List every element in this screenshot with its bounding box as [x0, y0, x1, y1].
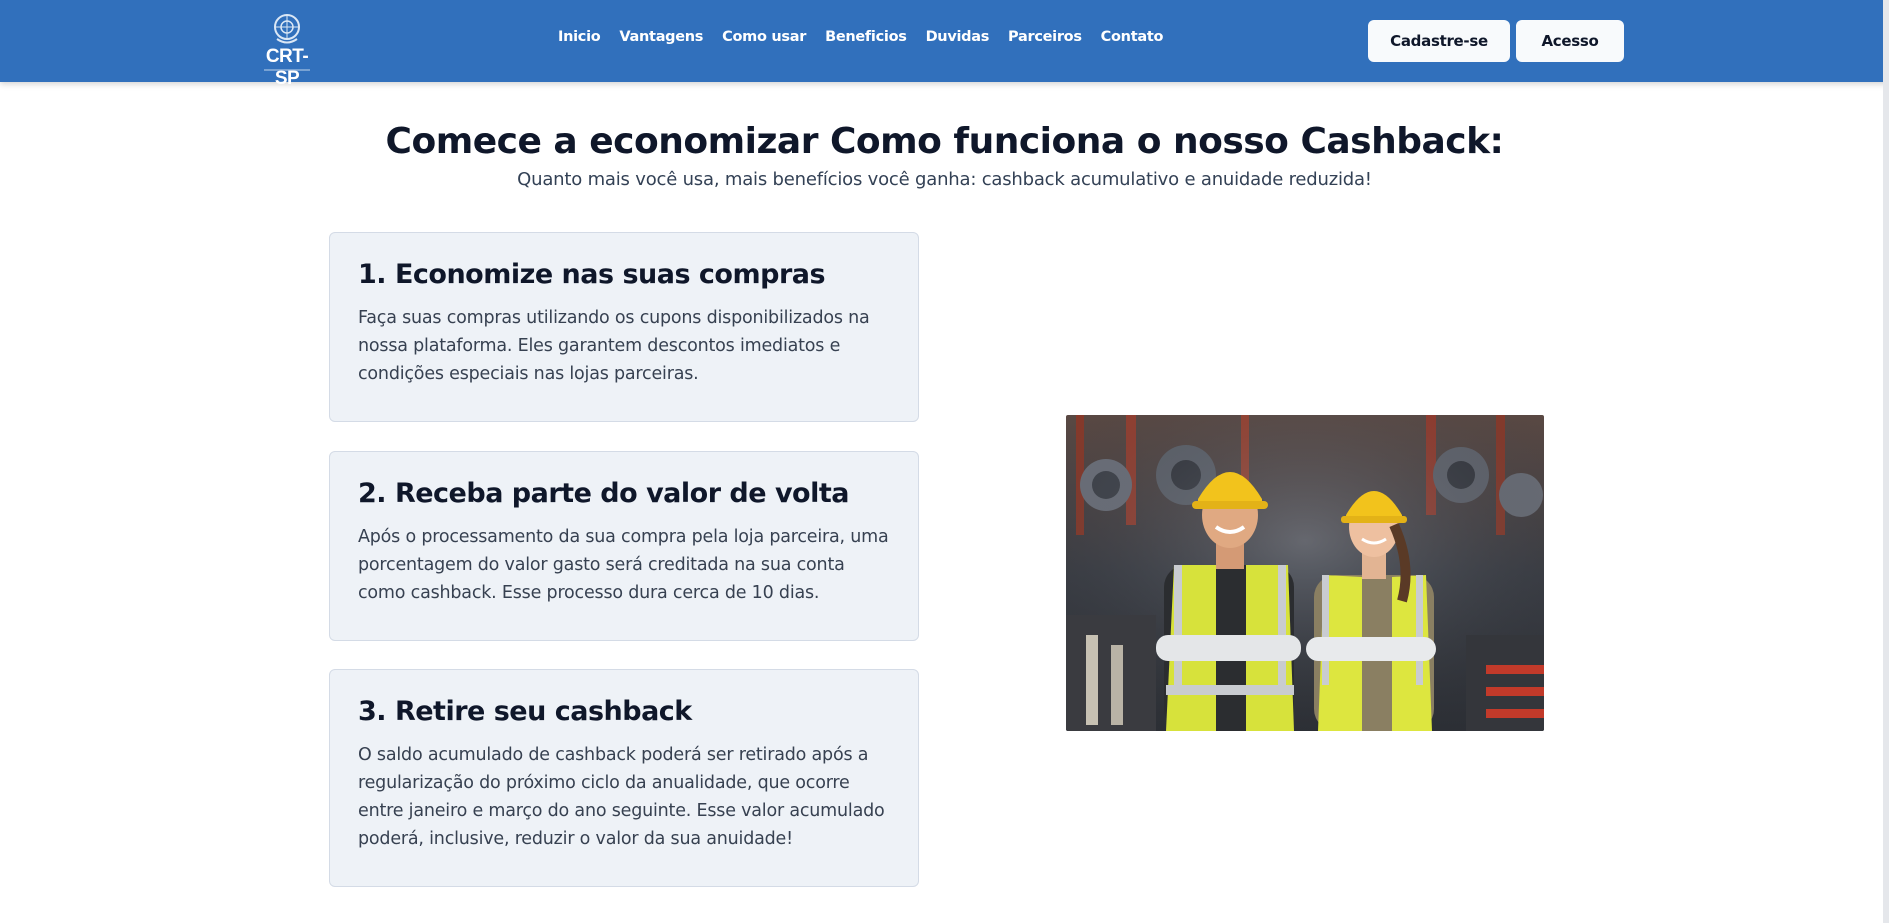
- nav-link-parceiros[interactable]: Parceiros: [1008, 29, 1082, 53]
- page-subtitle: Quanto mais você usa, mais benefícios vo…: [517, 169, 1372, 190]
- crt-sp-logo[interactable]: CRT-SP: [254, 10, 320, 89]
- nav-link-beneficios[interactable]: Beneficios: [825, 29, 907, 53]
- step-card-1: 1. Economize nas suas compras Faça suas …: [329, 232, 919, 422]
- factory-workers-illustration: [1066, 415, 1544, 731]
- step-title: 2. Receba parte do valor de volta: [358, 478, 849, 509]
- nav-link-inicio[interactable]: Inicio: [558, 29, 601, 53]
- step-description: Faça suas compras utilizando os cupons d…: [358, 308, 870, 384]
- main-nav: Inicio Vantagens Como usar Beneficios Du…: [558, 29, 1182, 53]
- step-description: Após o processamento da sua compra pela …: [358, 527, 889, 603]
- page-title: Comece a economizar Como funciona o noss…: [385, 121, 1504, 163]
- step-card-3: 3. Retire seu cashback O saldo acumulado…: [329, 669, 919, 887]
- logo-text: CRT-SP: [265, 46, 309, 89]
- logo-underline: [264, 69, 310, 71]
- login-button[interactable]: Acesso: [1516, 20, 1624, 62]
- nav-link-vantagens[interactable]: Vantagens: [619, 29, 703, 53]
- step-title: 3. Retire seu cashback: [358, 696, 692, 727]
- step-card-2: 2. Receba parte do valor de volta Após o…: [329, 451, 919, 641]
- emblem-icon: [274, 14, 300, 44]
- step-description: O saldo acumulado de cashback poderá ser…: [358, 745, 885, 849]
- nav-link-duvidas[interactable]: Duvidas: [926, 29, 990, 53]
- nav-link-como-usar[interactable]: Como usar: [722, 29, 806, 53]
- workers-photo: [1066, 415, 1544, 731]
- top-navbar: CRT-SP Inicio Vantagens Como usar Benefi…: [0, 0, 1889, 89]
- signup-button[interactable]: Cadastre-se: [1368, 20, 1510, 62]
- nav-link-contato[interactable]: Contato: [1101, 29, 1164, 53]
- step-title: 1. Economize nas suas compras: [358, 259, 826, 290]
